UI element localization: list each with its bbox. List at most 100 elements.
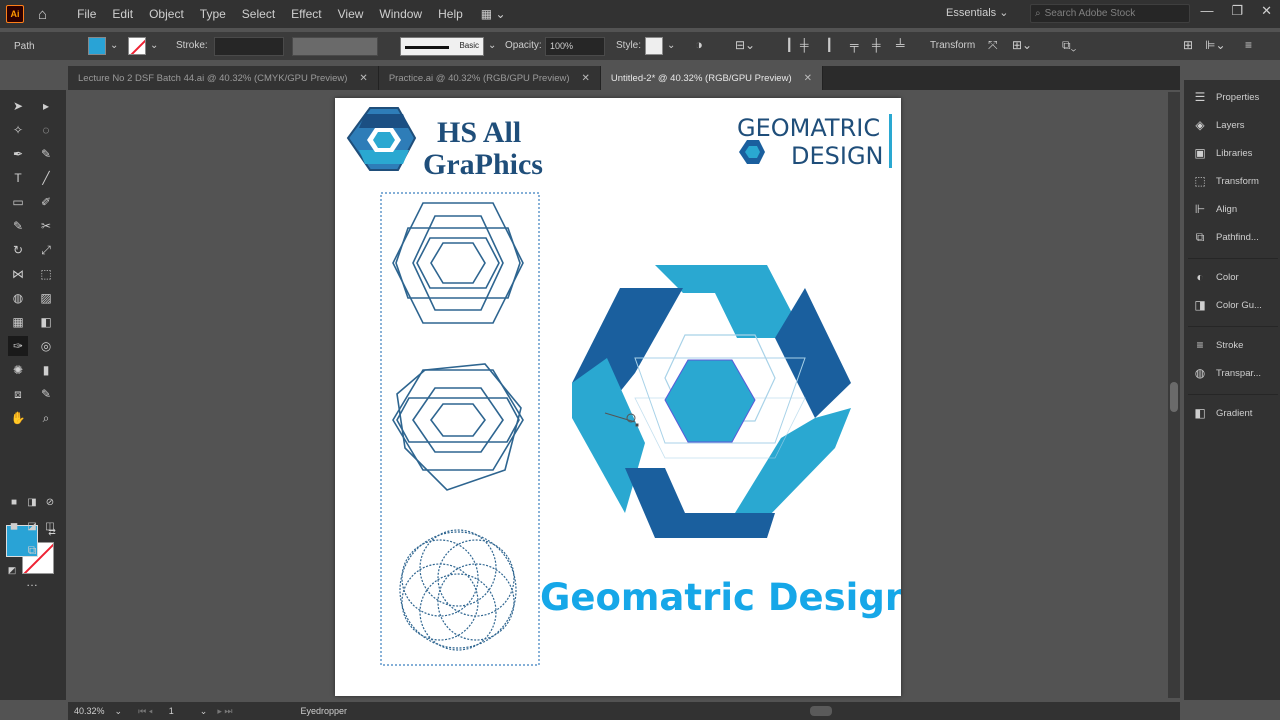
transform-label[interactable]: Transform bbox=[930, 40, 975, 51]
zoom-level[interactable]: 40.32% bbox=[74, 706, 105, 716]
type-tool-icon[interactable]: T bbox=[8, 168, 28, 188]
draw-normal-icon[interactable]: ◼ bbox=[4, 516, 24, 536]
menu-object[interactable]: Object bbox=[141, 7, 192, 21]
eyedropper-tool-icon[interactable]: ✑ bbox=[8, 336, 28, 356]
opacity-field[interactable]: 100% bbox=[545, 37, 605, 56]
control-options-icon[interactable]: ≡ bbox=[1245, 38, 1252, 52]
menu-effect[interactable]: Effect bbox=[283, 7, 329, 21]
gradient-mode-icon[interactable]: ◨ bbox=[22, 492, 42, 512]
brush-definition[interactable]: Basic bbox=[400, 37, 484, 56]
panel-stroke[interactable]: ≡ Stroke bbox=[1192, 338, 1243, 352]
selection-tool-icon[interactable]: ➤ bbox=[8, 96, 28, 116]
direct-selection-tool-icon[interactable]: ▸ bbox=[36, 96, 56, 116]
arrange-icon[interactable]: ⊞⌄ bbox=[1012, 38, 1032, 52]
panel-transform[interactable]: ⬚ Transform bbox=[1192, 174, 1259, 188]
panel-libraries[interactable]: ▣ Libraries bbox=[1192, 146, 1252, 160]
stroke-dropdown-icon[interactable]: ⌄ bbox=[150, 40, 158, 51]
align-center-icon[interactable]: ╪ bbox=[800, 38, 809, 52]
arrange-documents-icon[interactable]: ▦ ⌄ bbox=[481, 7, 506, 21]
menu-edit[interactable]: Edit bbox=[104, 7, 141, 21]
symbol-sprayer-icon[interactable]: ✺ bbox=[8, 360, 28, 380]
rotate-tool-icon[interactable]: ↻ bbox=[8, 240, 28, 260]
menu-select[interactable]: Select bbox=[234, 7, 283, 21]
align-top-icon[interactable]: ╤ bbox=[850, 38, 859, 52]
mesh-tool-icon[interactable]: ▦ bbox=[8, 312, 28, 332]
free-transform-icon[interactable]: ⬚ bbox=[36, 264, 56, 284]
brand-logo[interactable] bbox=[346, 107, 417, 171]
home-icon[interactable]: ⌂ bbox=[38, 6, 47, 23]
artboard-tool-icon[interactable]: ⧈ bbox=[8, 384, 28, 404]
close-icon[interactable]: ✕ bbox=[1261, 3, 1272, 19]
menu-help[interactable]: Help bbox=[430, 7, 471, 21]
scale-tool-icon[interactable]: ⤢ bbox=[36, 240, 56, 260]
tab-lecture[interactable]: Lecture No 2 DSF Batch 44.ai @ 40.32% (C… bbox=[68, 66, 379, 90]
rectangle-tool-icon[interactable]: ▭ bbox=[8, 192, 28, 212]
perspective-grid-icon[interactable]: ▨ bbox=[36, 288, 56, 308]
align-middle-icon[interactable]: ╪ bbox=[872, 38, 881, 52]
align-left-icon[interactable]: ▕▏ bbox=[780, 38, 798, 52]
close-tab-icon[interactable]: ✕ bbox=[359, 73, 367, 84]
zoom-dropdown-icon[interactable]: ⌄ bbox=[115, 706, 123, 717]
artboard[interactable]: HS All GraPhics GEOMATRIC DESIGN Geomatr… bbox=[335, 98, 911, 696]
menu-type[interactable]: Type bbox=[192, 7, 234, 21]
variable-width-field[interactable] bbox=[292, 37, 378, 56]
color-mode-icon[interactable]: ■ bbox=[4, 492, 24, 512]
panel-properties[interactable]: ☰ Properties bbox=[1192, 90, 1260, 104]
brush-dropdown-icon[interactable]: ⌄ bbox=[488, 40, 496, 51]
paintbrush-icon[interactable]: ✐ bbox=[36, 192, 56, 212]
workspace-switcher[interactable]: Essentials ⌄ bbox=[946, 6, 1008, 19]
pen-tool-icon[interactable]: ✒ bbox=[8, 144, 28, 164]
panel-color[interactable]: ◐ Color bbox=[1192, 270, 1238, 284]
panel-gradient[interactable]: ◧ Gradient bbox=[1192, 406, 1252, 420]
scroll-thumb[interactable] bbox=[1170, 382, 1178, 412]
close-tab-icon[interactable]: ✕ bbox=[804, 73, 812, 84]
align-to-icon[interactable]: ⊟⌄ bbox=[735, 38, 755, 52]
width-tool-icon[interactable]: ⋈ bbox=[8, 264, 28, 284]
more-tools-icon[interactable]: … bbox=[22, 572, 42, 592]
panel-color-guide[interactable]: ◨ Color Gu... bbox=[1192, 298, 1262, 312]
horizontal-scroll-thumb[interactable] bbox=[810, 706, 832, 716]
panel-menu-icon[interactable]: ⊫⌄ bbox=[1205, 38, 1226, 52]
gradient-tool-icon[interactable]: ◧ bbox=[36, 312, 56, 332]
style-dropdown-icon[interactable]: ⌄ bbox=[667, 40, 675, 51]
scissors-icon[interactable]: ✂ bbox=[36, 216, 56, 236]
align-right-icon[interactable]: ▕▏ bbox=[820, 38, 838, 52]
maximize-icon[interactable]: ❐ bbox=[1231, 3, 1243, 19]
draw-inside-icon[interactable]: ◫ bbox=[40, 516, 60, 536]
menu-view[interactable]: View bbox=[330, 7, 372, 21]
shape-builder-tool-icon[interactable]: ◍ bbox=[8, 288, 28, 308]
fill-swatch[interactable] bbox=[88, 37, 106, 55]
panel-align[interactable]: ⊩ Align bbox=[1192, 202, 1237, 216]
shaper-tool-icon[interactable]: ✎ bbox=[8, 216, 28, 236]
curvature-tool-icon[interactable]: ✎ bbox=[36, 144, 56, 164]
draw-behind-icon[interactable]: ◪ bbox=[22, 516, 42, 536]
graphic-style-swatch[interactable] bbox=[645, 37, 663, 55]
menu-window[interactable]: Window bbox=[371, 7, 430, 21]
artboard-dropdown-icon[interactable]: ⌄ bbox=[200, 706, 208, 717]
isolate-icon[interactable]: ⤧ bbox=[988, 38, 998, 53]
outline-design-1[interactable] bbox=[392, 202, 524, 324]
blend-tool-icon[interactable]: ◎ bbox=[36, 336, 56, 356]
slice-tool-icon[interactable]: ✎ bbox=[36, 384, 56, 404]
next-artboard-icon[interactable]: ▸ ⏭ bbox=[217, 706, 232, 717]
stroke-swatch[interactable] bbox=[128, 37, 146, 55]
shape-builder-icon[interactable]: ⧉⌄ bbox=[1062, 38, 1076, 53]
align-bottom-icon[interactable]: ╧ bbox=[896, 38, 905, 52]
minimize-icon[interactable]: — bbox=[1200, 3, 1213, 19]
none-mode-icon[interactable]: ⊘ bbox=[40, 492, 60, 512]
lasso-icon[interactable]: ◌ bbox=[36, 120, 56, 140]
screen-mode-icon[interactable]: ⧉ bbox=[22, 540, 42, 560]
zoom-tool-icon[interactable]: ⌕ bbox=[36, 408, 56, 428]
outline-design-2[interactable] bbox=[392, 363, 524, 491]
panel-grid-icon[interactable]: ⊞ bbox=[1183, 38, 1193, 52]
magic-wand-icon[interactable]: ✧ bbox=[8, 120, 28, 140]
menu-file[interactable]: File bbox=[69, 7, 104, 21]
stroke-weight-field[interactable] bbox=[214, 37, 284, 56]
main-geometric-design[interactable] bbox=[572, 265, 851, 538]
first-artboard-icon[interactable]: ⏮ ◂ bbox=[138, 706, 153, 717]
tab-untitled[interactable]: Untitled-2* @ 40.32% (RGB/GPU Preview) ✕ bbox=[600, 66, 824, 90]
panel-layers[interactable]: ◈ Layers bbox=[1192, 118, 1244, 132]
artboard-number[interactable]: 1 bbox=[169, 706, 174, 716]
vertical-scrollbar[interactable] bbox=[1168, 92, 1180, 698]
tab-practice[interactable]: Practice.ai @ 40.32% (RGB/GPU Preview) ✕ bbox=[378, 66, 601, 90]
